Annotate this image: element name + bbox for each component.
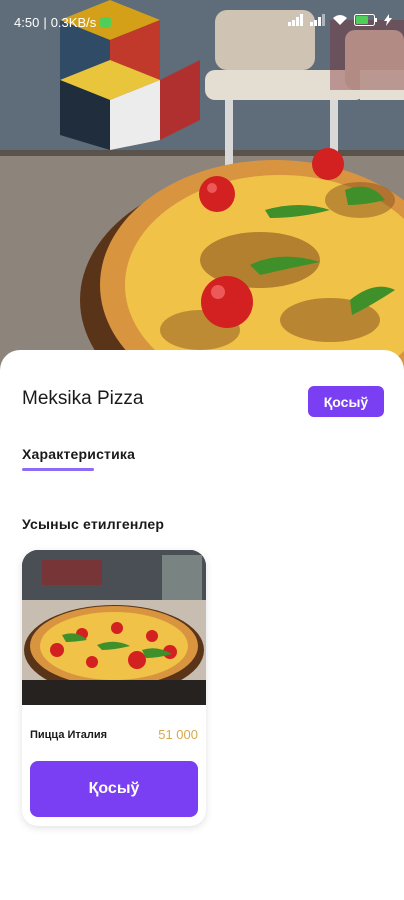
- product-hero-image: [0, 0, 404, 380]
- status-bar: 4:50 | 0.3KB/s: [0, 0, 404, 44]
- wifi-icon: [333, 15, 347, 25]
- recommended-product-card[interactable]: Пицца Италия 51 000 Қосыў: [22, 550, 206, 826]
- product-title: Meksika Pizza: [22, 388, 144, 409]
- recommended-product-image: [22, 550, 206, 705]
- network-speed: 0.3KB/s: [50, 15, 97, 30]
- recommended-product-price: 51 000: [158, 727, 198, 742]
- tab-characteristics[interactable]: Характеристика: [22, 446, 135, 462]
- app-notification-icon: [100, 17, 112, 28]
- signal-icon: [288, 14, 303, 26]
- status-separator: |: [43, 15, 47, 30]
- add-to-cart-button[interactable]: Қосыў: [308, 386, 384, 417]
- status-left: 4:50 | 0.3KB/s: [14, 15, 112, 30]
- signal-icon: [310, 14, 325, 26]
- recommended-product-name: Пицца Италия: [30, 729, 108, 741]
- recommended-add-button[interactable]: Қосыў: [30, 761, 198, 817]
- charging-icon: [384, 14, 392, 26]
- recommended-section-title: Усыныс етилгенлер: [22, 516, 165, 532]
- status-time: 4:50: [14, 15, 40, 30]
- product-detail-sheet: Meksika Pizza Қосыў Характеристика Усыны…: [0, 350, 404, 900]
- status-right: [288, 14, 392, 26]
- tab-active-indicator: [22, 468, 94, 471]
- battery-icon: [354, 14, 377, 26]
